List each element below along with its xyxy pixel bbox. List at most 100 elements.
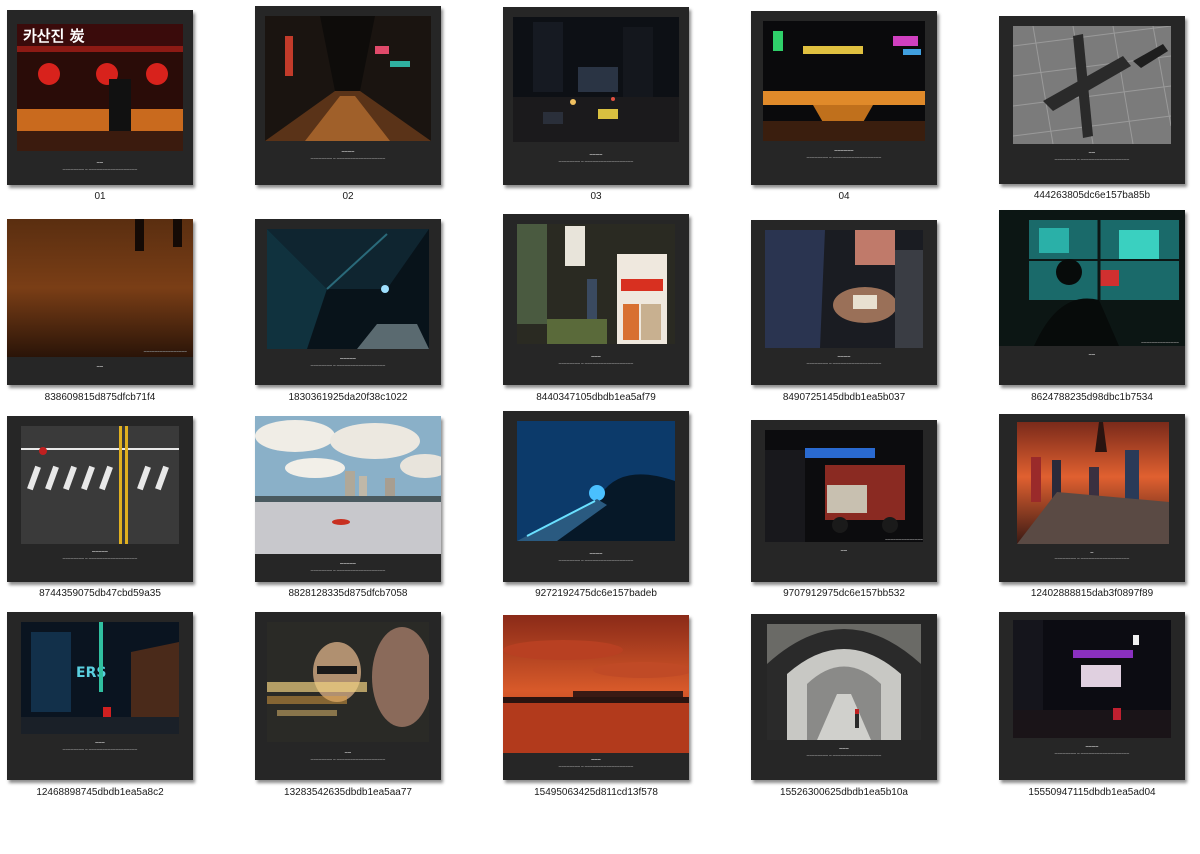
photo-street-game-table xyxy=(765,230,923,348)
photo-caption: ▬▬ xyxy=(1088,352,1096,356)
file-name[interactable]: 03 xyxy=(496,191,696,203)
photo-dark-underpass xyxy=(267,229,429,349)
thumbnail[interactable]: 카산진 炭 ▬▬ ▬▬▬▬▬▬▬▬ ▬ ▬▬▬▬▬▬▬▬▬▬▬▬▬▬▬▬▬▬ xyxy=(7,10,193,185)
thumbnail[interactable]: ▬ ▬▬▬▬▬▬▬▬ ▬ ▬▬▬▬▬▬▬▬▬▬▬▬▬▬▬▬▬▬ xyxy=(999,414,1185,582)
file-name[interactable]: 1830361925da20f38c1022 xyxy=(248,392,448,404)
file-name[interactable]: 04 xyxy=(744,191,944,203)
photo-red-sky-bridge xyxy=(503,615,689,753)
photo-city-intersection-night xyxy=(513,17,679,142)
photo-credit: ▬▬▬▬▬▬▬▬ ▬ ▬▬▬▬▬▬▬▬▬▬▬▬▬▬▬▬▬▬ xyxy=(310,157,386,160)
file-name[interactable]: 01 xyxy=(0,191,200,203)
file-name[interactable]: 12402888815dab3f0897f89 xyxy=(992,588,1192,600)
photo-credit: ▬▬▬▬▬▬▬▬ ▬ ▬▬▬▬▬▬▬▬▬▬▬▬▬▬▬▬▬▬ xyxy=(310,569,386,572)
thumbnail[interactable]: ▬▬▬▬▬ ▬▬▬▬▬▬▬▬ ▬ ▬▬▬▬▬▬▬▬▬▬▬▬▬▬▬▬▬▬ xyxy=(7,416,193,582)
photo-credit: ▬▬▬▬▬▬▬▬ ▬ ▬▬▬▬▬▬▬▬▬▬▬▬▬▬▬▬▬▬ xyxy=(1054,158,1130,161)
thumbnail[interactable]: ▬▬▬▬ ▬▬▬▬▬▬▬▬ ▬ ▬▬▬▬▬▬▬▬▬▬▬▬▬▬▬▬▬▬ xyxy=(751,220,937,385)
thumbnail[interactable]: ▬▬ ▬▬▬▬▬▬▬▬▬▬▬▬▬▬ xyxy=(999,210,1185,385)
thumbnail[interactable]: ▬▬ ▬▬▬▬▬▬▬▬▬▬▬▬▬▬ xyxy=(751,420,937,582)
photo-credit: ▬▬▬▬▬▬▬▬ ▬ ▬▬▬▬▬▬▬▬▬▬▬▬▬▬▬▬▬▬ xyxy=(1054,752,1130,755)
photo-credit: ▬▬▬▬▬▬▬▬ ▬ ▬▬▬▬▬▬▬▬▬▬▬▬▬▬▬▬▬▬ xyxy=(558,362,634,365)
svg-text:카산진 炭: 카산진 炭 xyxy=(23,27,85,45)
photo-caption: ▬▬ xyxy=(1088,150,1096,154)
thumbnail[interactable]: ▬▬ ▬▬▬▬▬▬▬▬▬▬▬▬▬▬▬▬ xyxy=(7,219,193,385)
photo-silhouette-window-rain xyxy=(999,210,1185,346)
thumbnail[interactable]: ERS ▬▬▬ ▬▬▬▬▬▬▬▬ ▬ ▬▬▬▬▬▬▬▬▬▬▬▬▬▬▬▬▬▬ xyxy=(7,612,193,780)
photo-credit: ▬▬▬▬▬▬▬▬ ▬ ▬▬▬▬▬▬▬▬▬▬▬▬▬▬▬▬▬▬ xyxy=(558,559,634,562)
photo-neon-alley-ers: ERS xyxy=(21,622,179,734)
photo-blue-tunnel-stairs xyxy=(517,421,675,541)
file-name[interactable]: 8490725145dbdb1ea5b037 xyxy=(744,392,944,404)
thumbnail[interactable]: ▬▬▬▬ ▬▬▬▬▬▬▬▬ ▬ ▬▬▬▬▬▬▬▬▬▬▬▬▬▬▬▬▬▬ xyxy=(999,612,1185,780)
photo-neon-bridge-night xyxy=(763,21,925,141)
photo-credit: ▬▬▬▬▬▬▬▬ ▬ ▬▬▬▬▬▬▬▬▬▬▬▬▬▬▬▬▬▬ xyxy=(62,168,138,171)
file-name[interactable]: 8828128335d875dfcb7058 xyxy=(248,588,448,600)
photo-shadow-cross-pavement xyxy=(1013,26,1171,144)
photo-caption: ▬▬▬▬ xyxy=(837,354,851,358)
file-name[interactable]: 444263805dc6e157ba85b xyxy=(992,190,1192,202)
file-name[interactable]: 838609815d875dfcb71f4 xyxy=(0,392,200,404)
photo-caption: ▬▬▬▬▬ xyxy=(340,356,356,360)
photo-caption: ▬▬▬ xyxy=(591,757,601,761)
file-name[interactable]: 02 xyxy=(248,191,448,203)
thumbnail[interactable]: ▬▬▬▬▬ ▬▬▬▬▬▬▬▬ ▬ ▬▬▬▬▬▬▬▬▬▬▬▬▬▬▬▬▬▬ xyxy=(255,416,441,582)
photo-orange-sunset-silhouettes xyxy=(7,219,193,357)
photo-caption: ▬▬▬▬▬▬ xyxy=(834,148,854,152)
photo-caption: ▬▬▬▬ xyxy=(589,551,603,555)
photo-river-city-clouds xyxy=(255,416,441,554)
photo-credit: ▬▬▬▬▬▬▬▬▬▬▬▬▬▬ xyxy=(885,538,923,541)
photo-credit: ▬▬▬▬▬▬▬▬ ▬ ▬▬▬▬▬▬▬▬▬▬▬▬▬▬▬▬▬▬ xyxy=(806,362,882,365)
photo-mural-faces-motion xyxy=(267,622,429,742)
file-name[interactable]: 9272192475dc6e157badeb xyxy=(496,588,696,600)
file-name[interactable]: 9707912975dc6e157bb532 xyxy=(744,588,944,600)
file-grid: 카산진 炭 ▬▬ ▬▬▬▬▬▬▬▬ ▬ ▬▬▬▬▬▬▬▬▬▬▬▬▬▬▬▬▬▬ 0… xyxy=(0,0,1200,854)
thumbnail[interactable]: ▬▬▬ ▬▬▬▬▬▬▬▬ ▬ ▬▬▬▬▬▬▬▬▬▬▬▬▬▬▬▬▬▬ xyxy=(503,214,689,385)
photo-caption: ▬▬▬ xyxy=(95,740,105,744)
thumbnail[interactable]: ▬▬▬▬ ▬▬▬▬▬▬▬▬ ▬ ▬▬▬▬▬▬▬▬▬▬▬▬▬▬▬▬▬▬ xyxy=(503,7,689,185)
photo-credit: ▬▬▬▬▬▬▬▬ ▬ ▬▬▬▬▬▬▬▬▬▬▬▬▬▬▬▬▬▬ xyxy=(558,765,634,768)
photo-caption: ▬▬ xyxy=(96,160,104,164)
photo-caption: ▬▬ xyxy=(344,750,352,754)
file-name[interactable]: 13283542635dbdb1ea5aa77 xyxy=(248,787,448,799)
file-name[interactable]: 12468898745dbdb1ea5a8c2 xyxy=(0,787,200,799)
photo-caption: ▬▬▬ xyxy=(591,354,601,358)
photo-korean-signs-alley xyxy=(517,224,675,344)
photo-red-lantern-food-stall: 카산진 炭 xyxy=(17,24,183,151)
photo-credit: ▬▬▬▬▬▬▬▬ ▬ ▬▬▬▬▬▬▬▬▬▬▬▬▬▬▬▬▬▬ xyxy=(310,758,386,761)
photo-walkway-tunnel-arches xyxy=(767,624,921,740)
photo-purple-neon-street xyxy=(1013,620,1171,738)
thumbnail[interactable]: ▬▬ ▬▬▬▬▬▬▬▬ ▬ ▬▬▬▬▬▬▬▬▬▬▬▬▬▬▬▬▬▬ xyxy=(255,612,441,780)
photo-caption: ▬▬▬▬ xyxy=(1085,744,1099,748)
photo-caption: ▬▬▬▬ xyxy=(589,152,603,156)
photo-night-truck-street xyxy=(765,430,923,542)
file-name[interactable]: 15550947115dbdb1ea5ad04 xyxy=(992,787,1192,799)
photo-caption: ▬▬▬▬▬ xyxy=(340,561,356,565)
thumbnail[interactable]: ▬▬ ▬▬▬▬▬▬▬▬ ▬ ▬▬▬▬▬▬▬▬▬▬▬▬▬▬▬▬▬▬ xyxy=(999,16,1185,184)
thumbnail[interactable]: ▬▬▬ ▬▬▬▬▬▬▬▬ ▬ ▬▬▬▬▬▬▬▬▬▬▬▬▬▬▬▬▬▬ xyxy=(503,615,689,780)
file-name[interactable]: 15526300625dbdb1ea5b10a xyxy=(744,787,944,799)
file-name[interactable]: 8440347105dbdb1ea5af79 xyxy=(496,392,696,404)
photo-credit: ▬▬▬▬▬▬▬▬▬▬▬▬▬▬▬▬ xyxy=(143,350,187,353)
photo-credit: ▬▬▬▬▬▬▬▬ ▬ ▬▬▬▬▬▬▬▬▬▬▬▬▬▬▬▬▬▬ xyxy=(310,364,386,367)
thumbnail[interactable]: ▬▬▬▬▬▬ ▬▬▬▬▬▬▬▬ ▬ ▬▬▬▬▬▬▬▬▬▬▬▬▬▬▬▬▬▬ xyxy=(751,11,937,185)
photo-caption: ▬▬▬ xyxy=(839,746,849,750)
photo-caption: ▬▬ xyxy=(840,548,848,552)
photo-credit: ▬▬▬▬▬▬▬▬ ▬ ▬▬▬▬▬▬▬▬▬▬▬▬▬▬▬▬▬▬ xyxy=(1054,557,1130,560)
thumbnail[interactable]: ▬▬▬▬ ▬▬▬▬▬▬▬▬ ▬ ▬▬▬▬▬▬▬▬▬▬▬▬▬▬▬▬▬▬ xyxy=(503,411,689,582)
thumbnail[interactable]: ▬▬▬▬▬ ▬▬▬▬▬▬▬▬ ▬ ▬▬▬▬▬▬▬▬▬▬▬▬▬▬▬▬▬▬ xyxy=(255,219,441,385)
thumbnail[interactable]: ▬▬▬ ▬▬▬▬▬▬▬▬ ▬ ▬▬▬▬▬▬▬▬▬▬▬▬▬▬▬▬▬▬ xyxy=(751,614,937,780)
photo-caption: ▬▬▬▬▬ xyxy=(92,549,108,553)
file-name[interactable]: 8744359075db47cbd59a35 xyxy=(0,588,200,600)
photo-night-alley-street xyxy=(265,16,431,141)
thumbnail[interactable]: ▬▬▬▬ ▬▬▬▬▬▬▬▬ ▬ ▬▬▬▬▬▬▬▬▬▬▬▬▬▬▬▬▬▬ xyxy=(255,6,441,185)
file-name[interactable]: 8624788235d98dbc1b7534 xyxy=(992,392,1192,404)
photo-caption: ▬▬▬▬ xyxy=(341,149,355,153)
photo-credit: ▬▬▬▬▬▬▬▬ ▬ ▬▬▬▬▬▬▬▬▬▬▬▬▬▬▬▬▬▬ xyxy=(558,160,634,163)
photo-credit: ▬▬▬▬▬▬▬▬ ▬ ▬▬▬▬▬▬▬▬▬▬▬▬▬▬▬▬▬▬ xyxy=(806,754,882,757)
photo-caption: ▬▬ xyxy=(96,364,104,368)
photo-caption: ▬ xyxy=(1090,550,1094,554)
photo-credit: ▬▬▬▬▬▬▬▬▬▬▬▬▬▬ xyxy=(1141,341,1179,344)
photo-credit: ▬▬▬▬▬▬▬▬ ▬ ▬▬▬▬▬▬▬▬▬▬▬▬▬▬▬▬▬▬ xyxy=(62,557,138,560)
photo-sunset-observation-deck xyxy=(1017,422,1169,544)
file-name[interactable]: 15495063425d811cd13f578 xyxy=(496,787,696,799)
photo-credit: ▬▬▬▬▬▬▬▬ ▬ ▬▬▬▬▬▬▬▬▬▬▬▬▬▬▬▬▬▬ xyxy=(806,156,882,159)
